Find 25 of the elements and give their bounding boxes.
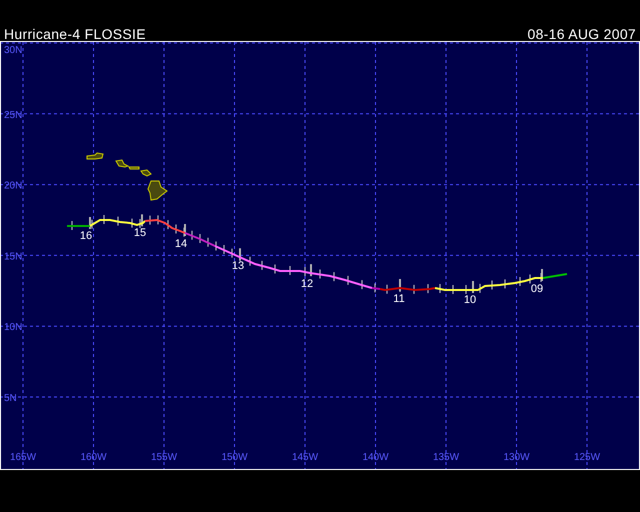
longitude-label: 160W <box>80 452 107 463</box>
longitude-label: 125W <box>574 452 600 463</box>
longitude-label: 150W <box>221 452 248 463</box>
longitude-label: 155W <box>150 452 178 463</box>
date-label: 16 <box>80 230 92 242</box>
date-label: 11 <box>393 293 405 305</box>
longitude-label: 140W <box>362 452 389 463</box>
longitude-label: 165W <box>10 452 36 463</box>
date-label: 15 <box>134 227 146 239</box>
latitude-label: 30N <box>4 45 22 56</box>
latitude-label: 10N <box>4 322 22 334</box>
storm-title: Hurricane-4 FLOSSIE <box>4 27 146 41</box>
longitude-label: 135W <box>432 452 460 463</box>
latitude-label: 25N <box>4 110 22 121</box>
longitude-label: 130W <box>503 452 530 463</box>
date-label: 12 <box>300 278 314 290</box>
longitude-label: 145W <box>292 452 318 463</box>
date-label: 14 <box>174 238 188 250</box>
latitude-label: 20N <box>4 180 22 192</box>
date-label: 13 <box>232 260 244 272</box>
date-range: 08-16 AUG 2007 <box>528 27 636 41</box>
date-label: 09 <box>530 283 544 295</box>
latitude-label: 15N <box>4 251 22 262</box>
date-label: 10 <box>464 294 476 306</box>
latitude-label: 5N <box>4 393 17 404</box>
